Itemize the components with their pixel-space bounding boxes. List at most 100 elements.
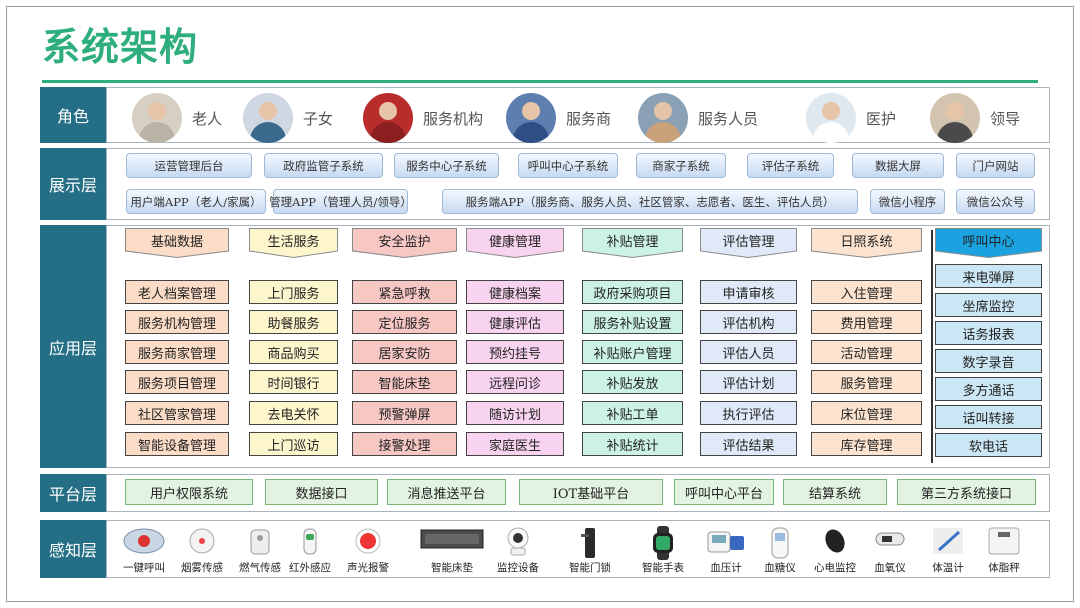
- module-item[interactable]: 上门服务: [249, 280, 338, 304]
- layer-label-display: 展示层: [40, 148, 106, 220]
- module-item[interactable]: 服务机构管理: [125, 310, 229, 334]
- module-item[interactable]: 话务报表: [935, 321, 1042, 345]
- module-item[interactable]: 老人档案管理: [125, 280, 229, 304]
- device-name: 体脂秤: [988, 562, 1020, 574]
- module-item[interactable]: 助餐服务: [249, 310, 338, 334]
- platform-item[interactable]: 消息推送平台: [387, 479, 506, 505]
- module-item[interactable]: 评估人员: [700, 340, 797, 364]
- platform-item[interactable]: 结算系统: [783, 479, 887, 505]
- layer-label-role: 角色: [40, 87, 106, 143]
- module-item[interactable]: 政府采购项目: [582, 280, 683, 304]
- display-item[interactable]: 服务端APP（服务商、服务人员、社区管家、志愿者、医生、评估人员）: [442, 189, 858, 214]
- module-item[interactable]: 入住管理: [811, 280, 922, 304]
- platform-item[interactable]: 数据接口: [265, 479, 378, 505]
- module-item[interactable]: 评估机构: [700, 310, 797, 334]
- ecg-monitor-icon: [820, 526, 850, 560]
- module-item[interactable]: 费用管理: [811, 310, 922, 334]
- module-item[interactable]: 定位服务: [352, 310, 457, 334]
- body-fat-scale-icon: [987, 526, 1021, 560]
- module-item[interactable]: 随访计划: [466, 401, 564, 425]
- module-item[interactable]: 坐席监控: [935, 293, 1042, 317]
- display-item[interactable]: 评估子系统: [747, 153, 834, 178]
- module-item[interactable]: 紧急呼救: [352, 280, 457, 304]
- module-item[interactable]: 数字录音: [935, 349, 1042, 373]
- module-item[interactable]: 评估计划: [700, 370, 797, 394]
- module-item[interactable]: 申请审核: [700, 280, 797, 304]
- module-item[interactable]: 社区管家管理: [125, 401, 229, 425]
- module-item[interactable]: 服务管理: [811, 370, 922, 394]
- role-avatar: [363, 93, 413, 143]
- avatar-body: [513, 122, 549, 143]
- module-item[interactable]: 家庭医生: [466, 432, 564, 456]
- module-item[interactable]: 去电关怀: [249, 401, 338, 425]
- display-item[interactable]: 政府监管子系统: [264, 153, 383, 178]
- module-item[interactable]: 健康评估: [466, 310, 564, 334]
- column-header: 安全监护: [352, 228, 457, 258]
- module-item[interactable]: 商品购买: [249, 340, 338, 364]
- module-item[interactable]: 多方通话: [935, 377, 1042, 401]
- device-item: 声光报警: [340, 524, 396, 574]
- device-name: 监控设备: [497, 562, 539, 574]
- display-item[interactable]: 运营管理后台: [126, 153, 252, 178]
- module-item[interactable]: 话叫转接: [935, 405, 1042, 429]
- device-name: 智能手表: [642, 562, 684, 574]
- module-item[interactable]: 智能床垫: [352, 370, 457, 394]
- role-item: 服务机构: [363, 90, 483, 146]
- avatar-head: [379, 102, 397, 120]
- role-name: 领导: [990, 109, 1021, 128]
- module-item[interactable]: 库存管理: [811, 432, 922, 456]
- display-item[interactable]: 数据大屏: [852, 153, 944, 178]
- module-item[interactable]: 服务项目管理: [125, 370, 229, 394]
- module-item[interactable]: 活动管理: [811, 340, 922, 364]
- module-item[interactable]: 补贴账户管理: [582, 340, 683, 364]
- platform-item[interactable]: 呼叫中心平台: [674, 479, 774, 505]
- module-item[interactable]: 补贴工单: [582, 401, 683, 425]
- module-item[interactable]: 补贴发放: [582, 370, 683, 394]
- role-avatar: [506, 93, 556, 143]
- platform-item[interactable]: 用户权限系统: [125, 479, 253, 505]
- thermometer-icon: [931, 526, 965, 560]
- module-item[interactable]: 来电弹屏: [935, 264, 1042, 288]
- module-item[interactable]: 智能设备管理: [125, 432, 229, 456]
- module-item[interactable]: 评估结果: [700, 432, 797, 456]
- column-header-label: 日照系统: [840, 234, 893, 250]
- module-item[interactable]: 预警弹屏: [352, 401, 457, 425]
- smart-watch-icon: [648, 526, 678, 564]
- display-item[interactable]: 微信小程序: [870, 189, 945, 214]
- role-item: 领导: [930, 90, 1020, 146]
- module-item[interactable]: 预约挂号: [466, 340, 564, 364]
- display-item[interactable]: 门户网站: [956, 153, 1035, 178]
- device-item: 智能手表: [635, 524, 691, 574]
- display-item[interactable]: 微信公众号: [956, 189, 1035, 214]
- role-avatar: [806, 93, 856, 143]
- module-item[interactable]: 服务补贴设置: [582, 310, 683, 334]
- display-item[interactable]: 呼叫中心子系统: [518, 153, 618, 178]
- module-item[interactable]: 执行评估: [700, 401, 797, 425]
- module-item[interactable]: 床位管理: [811, 401, 922, 425]
- module-item[interactable]: 远程问诊: [466, 370, 564, 394]
- module-item[interactable]: 上门巡访: [249, 432, 338, 456]
- device-item: 烟雾传感: [174, 524, 230, 574]
- role-avatar: [638, 93, 688, 143]
- column-header-label: 生活服务: [267, 234, 320, 250]
- module-item[interactable]: 服务商家管理: [125, 340, 229, 364]
- platform-item[interactable]: 第三方系统接口: [897, 479, 1036, 505]
- module-item[interactable]: 时间银行: [249, 370, 338, 394]
- role-item: 子女: [243, 90, 333, 146]
- module-item[interactable]: 软电话: [935, 433, 1042, 457]
- platform-item[interactable]: IOT基础平台: [519, 479, 663, 505]
- display-item[interactable]: 管理APP（管理人员/领导）: [269, 189, 412, 214]
- role-name: 老人: [192, 109, 223, 128]
- avatar-body: [139, 122, 175, 143]
- display-item[interactable]: 用户端APP（老人/家属）: [126, 189, 266, 214]
- module-item[interactable]: 居家安防: [352, 340, 457, 364]
- display-item[interactable]: 商家子系统: [636, 153, 726, 178]
- role-name: 医护: [866, 109, 897, 128]
- module-item[interactable]: 接警处理: [352, 432, 457, 456]
- camera-icon: [503, 526, 533, 562]
- module-item[interactable]: 补贴统计: [582, 432, 683, 456]
- display-item[interactable]: 服务中心子系统: [394, 153, 499, 178]
- device-item: 血氧仪: [862, 524, 918, 574]
- module-item[interactable]: 健康档案: [466, 280, 564, 304]
- avatar-body: [645, 122, 681, 143]
